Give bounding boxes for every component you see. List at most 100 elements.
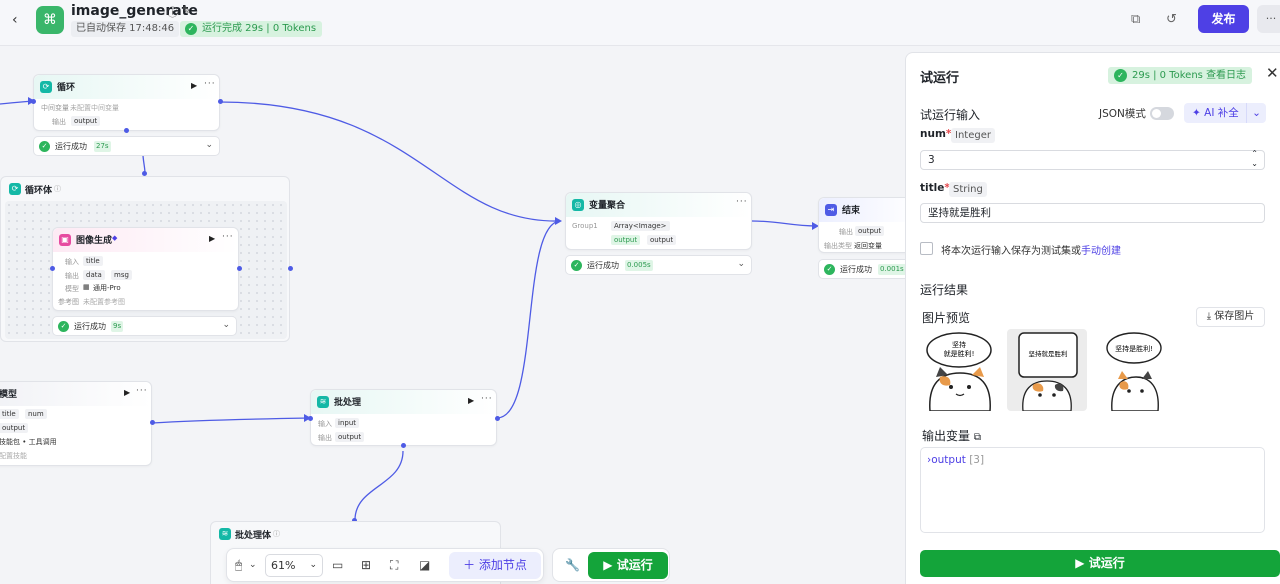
batch-node[interactable]: ≋ 批处理 ▶ ··· 输入 input 输出 output (310, 389, 497, 446)
panel-run-button[interactable]: ▶ 试运行 (920, 550, 1280, 577)
loop-run-status[interactable]: ✓ 运行成功 27s ⌄ (33, 136, 220, 156)
diamond-icon: ◆ (112, 234, 118, 242)
node-menu-icon[interactable]: ··· (222, 232, 234, 242)
title-type: String (949, 182, 987, 197)
play-icon: ▶ (1075, 556, 1089, 570)
loop-node[interactable]: ⟳ 循环 ▶ ··· 中间变量 未配置中间变量 输出 output (33, 74, 220, 131)
cat-image-3: 坚持是胜利! (1106, 332, 1162, 411)
back-arrow-icon[interactable]: ‹ (12, 12, 28, 28)
manual-create-link[interactable]: 手动创建 (1081, 246, 1121, 257)
minimap-icon[interactable]: ◪ (419, 558, 430, 572)
batch-bottom-port[interactable] (401, 443, 406, 448)
check-icon: ✓ (185, 23, 197, 35)
image-preview-title: 图片预览 (922, 311, 971, 325)
title-input[interactable]: 坚持就是胜利 (920, 203, 1265, 223)
batch-body-icon: ≋ (219, 528, 231, 540)
loop-in-port[interactable] (31, 99, 36, 104)
preview-image-1[interactable]: 坚持 就是胜利! (920, 329, 1000, 411)
image-gen-out-port[interactable] (237, 266, 242, 271)
var-merge-run-status[interactable]: ✓ 运行成功 0.005s ⌄ (565, 255, 752, 275)
model-node[interactable]: 模型 ▶ ··· title num output 技能包 • 工具调用 配置技… (0, 381, 152, 466)
layout-grid-icon[interactable]: ⊞ (361, 558, 371, 572)
success-icon: ✓ (39, 141, 50, 152)
output-var-tree[interactable]: ›output [3] (927, 454, 984, 466)
check-icon: ✓ (1114, 69, 1127, 82)
save-testset-checkbox[interactable] (920, 242, 933, 255)
more-menu-button[interactable]: ··· (1257, 5, 1280, 33)
model-icon: ▦ (83, 283, 90, 291)
output-vars-box: ›output [3] (920, 447, 1265, 533)
end-icon: ⇥ (825, 204, 837, 216)
bubble-text-3: 坚持是胜利! (1115, 344, 1153, 353)
batch-out-port[interactable] (495, 416, 500, 421)
close-icon[interactable]: ✕ (1266, 64, 1279, 82)
image-icon[interactable]: ⛶ (390, 558, 398, 573)
num-type: Integer (951, 128, 995, 143)
loop-icon: ⟳ (40, 81, 52, 93)
workflow-canvas[interactable]: ⟳ 循环 ▶ ··· 中间变量 未配置中间变量 输出 output ✓ 运行成功 … (0, 46, 905, 584)
image-gen-run-status[interactable]: ✓ 运行成功 9s ⌄ (52, 316, 237, 336)
run-status-badge: ✓ 运行完成 29s | 0 Tokens (180, 21, 323, 37)
result-section-title: 运行结果 (920, 283, 969, 297)
chevron-down-icon[interactable]: ⌄ (1246, 103, 1266, 123)
loop-bottom-port[interactable] (124, 128, 129, 133)
cat-image-2: 坚持就是胜利 (1018, 332, 1078, 411)
app-name: image_generate (71, 3, 198, 19)
play-icon[interactable]: ▶ (209, 234, 215, 243)
image-gen-node[interactable]: ▣ 图像生成 ◆ ▶ ··· 输入 title 输出 data msg 模型 ▦… (52, 227, 239, 311)
info-icon[interactable]: ⓘ (167, 4, 178, 20)
chevron-down-icon: ⌄ (309, 560, 317, 570)
panel-run-status: ✓ 29s | 0 Tokens 查看日志 (1108, 67, 1253, 84)
model-out-port[interactable] (150, 420, 155, 425)
save-image-button[interactable]: ⤓ 保存图片 (1196, 307, 1265, 327)
play-icon[interactable]: ▶ (191, 81, 197, 90)
chevron-down-icon[interactable]: ⌄ (205, 140, 213, 150)
play-icon[interactable]: ▶ (468, 396, 474, 405)
chevron-down-icon[interactable]: ⌄ (737, 259, 745, 269)
image-gen-in-port[interactable] (50, 266, 55, 271)
node-menu-icon[interactable]: ··· (481, 394, 493, 404)
copy-icon[interactable]: ⧉ (974, 432, 981, 443)
comment-icon[interactable]: ▭ (332, 558, 343, 572)
num-input[interactable]: 3 ⌃ ⌄ (920, 149, 1265, 170)
json-mode-toggle[interactable] (1150, 107, 1174, 120)
play-icon: ▶ (603, 558, 617, 572)
success-icon: ✓ (571, 260, 582, 271)
preview-image-2[interactable]: 坚持就是胜利 (1007, 329, 1087, 411)
end-node[interactable]: ⇥ 结束 输出 output 输出类型 返回变量 (818, 197, 905, 253)
batch-icon: ≋ (317, 396, 329, 408)
test-run-panel: 试运行 ✓ 29s | 0 Tokens 查看日志 ✕ 试运行输入 JSON模式 … (905, 52, 1280, 584)
run-toolbar: 🔧 ▶ 试运行 (552, 548, 670, 582)
add-node-button[interactable]: ＋ 添加节点 (449, 552, 541, 579)
sparkle-icon: ✦ (1192, 107, 1205, 119)
json-mode-label: JSON模式 (1099, 108, 1146, 120)
mouse-mode-icon[interactable]: 🖱 (235, 558, 242, 573)
node-menu-icon[interactable]: ··· (736, 197, 748, 207)
batch-in-port[interactable] (308, 416, 313, 421)
publish-button[interactable]: 发布 (1198, 5, 1249, 33)
var-merge-node[interactable]: ◎ 变量聚合 ··· Group1 Array<Image> output ou… (565, 192, 752, 250)
node-menu-icon[interactable]: ··· (204, 79, 216, 89)
stepper-icon[interactable]: ⌃ ⌄ (1251, 149, 1258, 169)
success-icon: ✓ (824, 264, 835, 275)
loop-out-port[interactable] (218, 99, 223, 104)
zoom-select[interactable]: 61% ⌄ (265, 554, 323, 577)
copy-icon[interactable]: ⧉ (1131, 12, 1140, 27)
loop-body-end-port[interactable] (288, 266, 293, 271)
ai-fill-button[interactable]: ✦ AI 补全 ⌄ (1184, 103, 1266, 123)
node-menu-icon[interactable]: ··· (136, 386, 148, 396)
edit-icon[interactable]: ✎ (182, 4, 191, 17)
chevron-down-icon[interactable]: ⌄ (249, 560, 257, 570)
app-logo-icon: ⌘ (36, 6, 64, 34)
view-log-link[interactable]: 查看日志 (1206, 70, 1246, 81)
preview-image-3[interactable]: 坚持是胜利! (1094, 329, 1174, 411)
image-icon: ▣ (59, 234, 71, 246)
loop-body-icon: ⟳ (9, 183, 21, 195)
merge-icon: ◎ (572, 199, 584, 211)
chevron-down-icon[interactable]: ⌄ (222, 320, 230, 330)
end-run-status[interactable]: ✓ 运行成功 0.001s (818, 259, 905, 279)
play-icon[interactable]: ▶ (124, 388, 130, 397)
history-icon[interactable]: ↺ (1166, 12, 1177, 27)
wrench-icon[interactable]: 🔧 (565, 558, 580, 572)
toolbar-run-button[interactable]: ▶ 试运行 (588, 552, 668, 579)
